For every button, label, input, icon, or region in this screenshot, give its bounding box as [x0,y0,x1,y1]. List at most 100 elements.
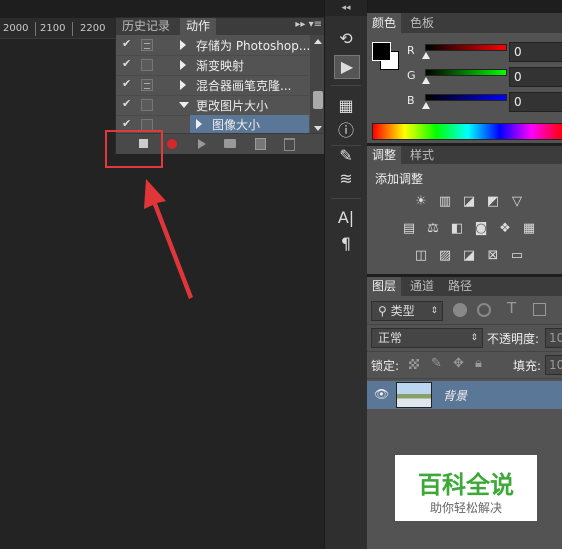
opacity-input[interactable]: 10 [545,328,562,348]
check-icon[interactable]: ✔ [122,57,132,70]
selective-color-icon[interactable]: ⊠ [484,249,502,263]
panel-menu-icon[interactable]: ▸▸ ▾≡ [295,19,322,30]
check-icon[interactable]: ✔ [122,77,132,90]
ruler-mark: 2000 [3,23,29,34]
expand-arrow-icon[interactable] [180,40,186,50]
green-slider-knob[interactable] [422,77,430,84]
blue-value-input[interactable]: 0 [509,92,562,112]
tab-paths[interactable]: 路径 [443,277,477,296]
red-value-input[interactable]: 0 [509,42,562,62]
tab-history[interactable]: 历史记录 [116,18,176,35]
color-balance-icon[interactable]: ⚖ [424,222,442,236]
action-row[interactable]: ✔ 更改图片大小 [116,95,309,116]
panel-dock-column: ◂◂ ⟲ ▶ ▦ ⓘ ✎ ≋ A| ¶ [324,0,368,549]
red-slider[interactable] [425,44,507,51]
red-slider-knob[interactable] [422,52,430,59]
filter-type-icon[interactable]: T [507,299,516,317]
green-slider[interactable] [425,69,507,76]
black-white-icon[interactable]: ◧ [448,222,466,236]
exposure-icon[interactable]: ◩ [484,195,502,209]
channel-mixer-icon[interactable]: ❖ [496,222,514,236]
layer-row[interactable]: 👁︎ 背景 [367,381,562,409]
action-row[interactable]: ✔ 存储为 Photoshop... [116,35,310,56]
character-icon[interactable]: A| [334,207,358,229]
layer-filter-select[interactable]: ⚲ 类型 ⇕ [371,301,443,321]
3d-icon[interactable]: ▦ [334,95,358,117]
scroll-down-icon[interactable] [314,126,322,131]
check-icon[interactable]: ✔ [122,97,132,110]
annotation-arrow-icon [144,179,193,299]
expand-arrow-icon[interactable] [180,80,186,90]
expand-arrow-icon[interactable] [196,119,202,129]
check-icon[interactable]: ✔ [122,37,132,50]
layer-thumbnail[interactable] [396,382,432,408]
blue-slider-knob[interactable] [422,102,430,109]
fill-label: 填充: [513,359,542,373]
play-icon[interactable] [198,139,206,149]
ruler-tick [72,22,73,36]
scroll-thumb[interactable] [313,91,323,109]
foreground-color-swatch[interactable] [372,42,391,61]
collapse-arrow-icon[interactable] [179,102,189,108]
new-action-icon[interactable] [255,138,266,150]
tab-styles[interactable]: 样式 [405,146,439,164]
color-spectrum-bar[interactable] [372,123,562,140]
brush-icon[interactable]: ✎ [334,145,358,167]
delete-icon[interactable] [284,138,295,151]
tab-adjustments[interactable]: 调整 [367,146,402,164]
blend-mode-value: 正常 [378,331,403,345]
action-label: 图像大小 [212,118,261,132]
blend-mode-select[interactable]: 正常 ⇕ [371,328,483,348]
invert-icon[interactable]: ◫ [412,249,430,263]
record-icon[interactable] [167,139,177,149]
filter-pixel-icon[interactable] [453,303,467,317]
dialog-toggle-icon[interactable] [141,39,153,51]
filter-shape-icon[interactable] [533,303,546,316]
paragraph-icon[interactable]: ¶ [334,233,358,255]
dialog-toggle-icon[interactable] [141,99,153,111]
dialog-toggle-icon[interactable] [141,59,153,71]
layer-name[interactable]: 背景 [443,387,467,404]
chevron-updown-icon: ⇕ [470,333,478,343]
expand-arrow-icon[interactable] [180,60,186,70]
lock-label: 锁定: [371,359,400,373]
curves-icon[interactable]: ◪ [460,195,478,209]
blue-slider[interactable] [425,94,507,101]
threshold-icon[interactable]: ◪ [460,249,478,263]
ruler-mark: 2100 [40,23,66,34]
info-icon[interactable]: ⓘ [334,120,358,142]
tab-layers[interactable]: 图层 [367,277,402,296]
brightness-icon[interactable]: ☀ [412,195,430,209]
tab-swatches[interactable]: 色板 [405,13,439,33]
tab-channels[interactable]: 通道 [405,277,439,296]
scroll-up-icon[interactable] [314,39,322,44]
check-icon[interactable]: ✔ [122,117,132,130]
dialog-toggle-icon[interactable] [141,79,153,91]
actions-icon[interactable]: ▶ [334,55,360,79]
photo-filter-icon[interactable]: ◙ [472,222,490,236]
action-row[interactable]: ✔ 混合器画笔克隆... [116,75,309,96]
posterize-icon[interactable]: ▨ [436,249,454,263]
fill-input[interactable]: 10 [545,355,562,375]
lock-position-icon[interactable]: ✥ [453,356,464,371]
gradient-map-icon[interactable]: ▭ [508,249,526,263]
brush-presets-icon[interactable]: ≋ [334,168,358,190]
tab-actions[interactable]: 动作 [180,18,217,35]
tab-color[interactable]: 颜色 [367,13,402,33]
hue-saturation-icon[interactable]: ▤ [400,222,418,236]
filter-adjustment-icon[interactable] [477,303,491,317]
eye-icon[interactable]: 👁︎ [374,387,389,401]
folder-icon[interactable] [224,139,236,148]
history-icon[interactable]: ⟲ [334,28,358,50]
lock-transparent-icon[interactable] [409,359,419,369]
collapse-dock-icon[interactable]: ◂◂ [325,0,367,16]
color-lookup-icon[interactable]: ▦ [520,222,538,236]
levels-icon[interactable]: ▥ [436,195,454,209]
watermark-subtitle: 助你轻松解决 [429,501,502,515]
action-row[interactable]: ✔ 渐变映射 [116,55,309,76]
lock-pixels-icon[interactable]: ✎ [431,356,442,371]
lock-all-icon[interactable]: 🔒︎ [475,356,482,371]
actions-panel-tabs: 历史记录 动作 ▸▸ ▾≡ [116,18,326,35]
green-value-input[interactable]: 0 [509,67,562,87]
vibrance-icon[interactable]: ▽ [508,195,526,209]
